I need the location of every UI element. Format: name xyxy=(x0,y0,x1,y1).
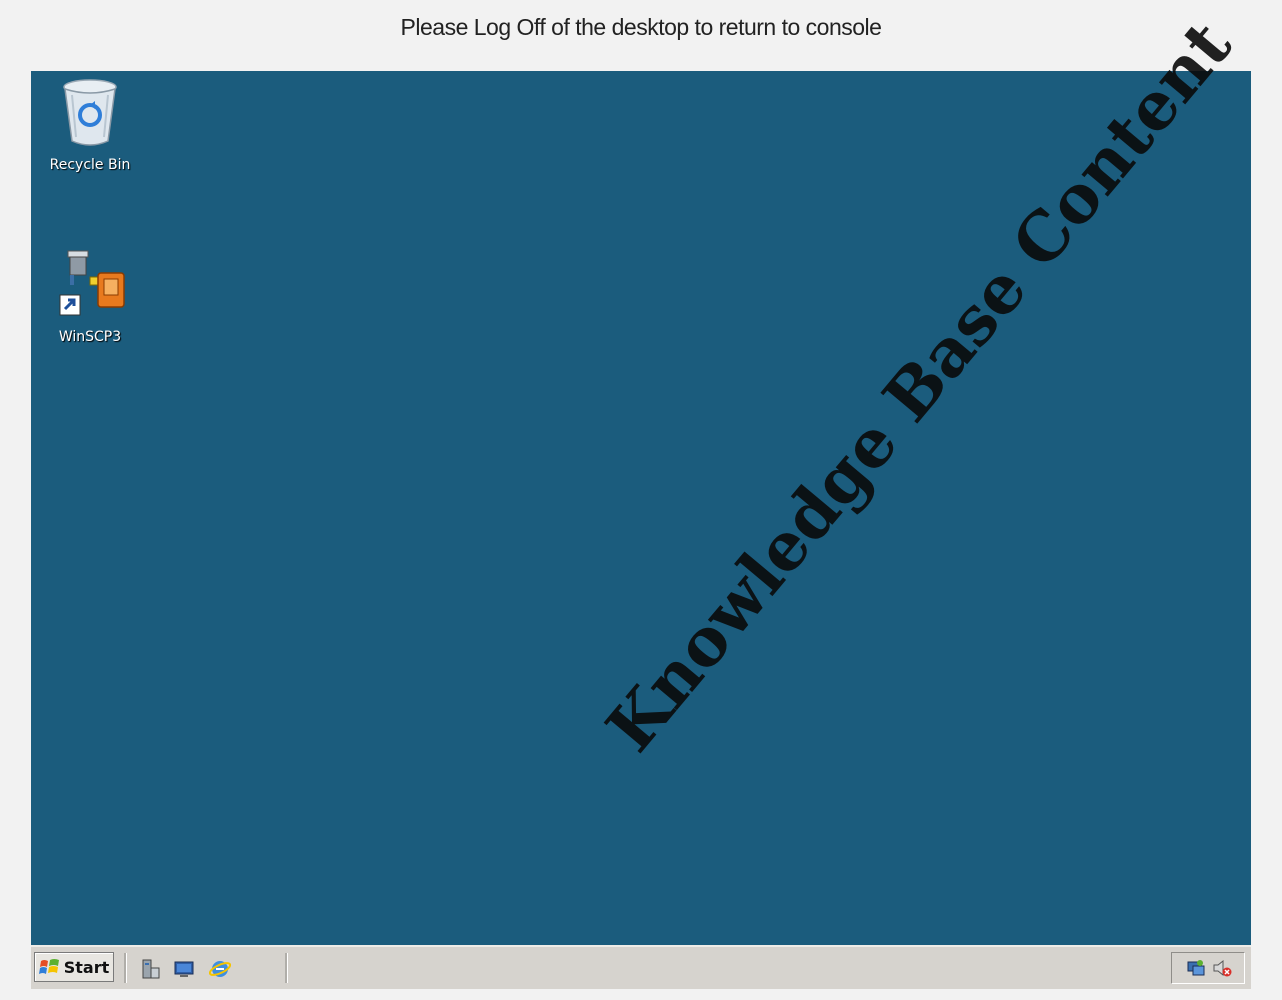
logoff-banner: Please Log Off of the desktop to return … xyxy=(400,14,882,40)
watermark: Knowledge Base Content xyxy=(591,6,1247,767)
taskbar-separator xyxy=(124,953,127,983)
desktop-icon-winscp3[interactable]: WinSCP3 xyxy=(40,249,140,345)
show-desktop-icon[interactable] xyxy=(173,958,195,980)
volume-muted-icon[interactable] xyxy=(1212,958,1232,978)
windows-flag-icon xyxy=(38,959,59,974)
desktop[interactable]: Recycle Bin WinSCP3 Knowledge Base Conte… xyxy=(31,6,1251,945)
recycle-bin-icon xyxy=(63,79,117,146)
winscp-icon xyxy=(59,250,125,316)
internet-explorer-icon[interactable] xyxy=(209,958,231,980)
server-manager-icon[interactable] xyxy=(139,958,161,980)
system-tray xyxy=(1171,952,1245,984)
network-icon[interactable] xyxy=(1186,958,1206,978)
start-button[interactable]: Start xyxy=(34,952,114,982)
winscp3-label: WinSCP3 xyxy=(58,329,122,345)
start-label: Start xyxy=(63,957,110,977)
recycle-bin-label: Recycle Bin xyxy=(49,157,131,173)
taskbar-separator xyxy=(285,953,288,983)
taskbar: Start xyxy=(31,945,1251,989)
desktop-icon-recycle-bin[interactable]: Recycle Bin xyxy=(40,77,140,173)
